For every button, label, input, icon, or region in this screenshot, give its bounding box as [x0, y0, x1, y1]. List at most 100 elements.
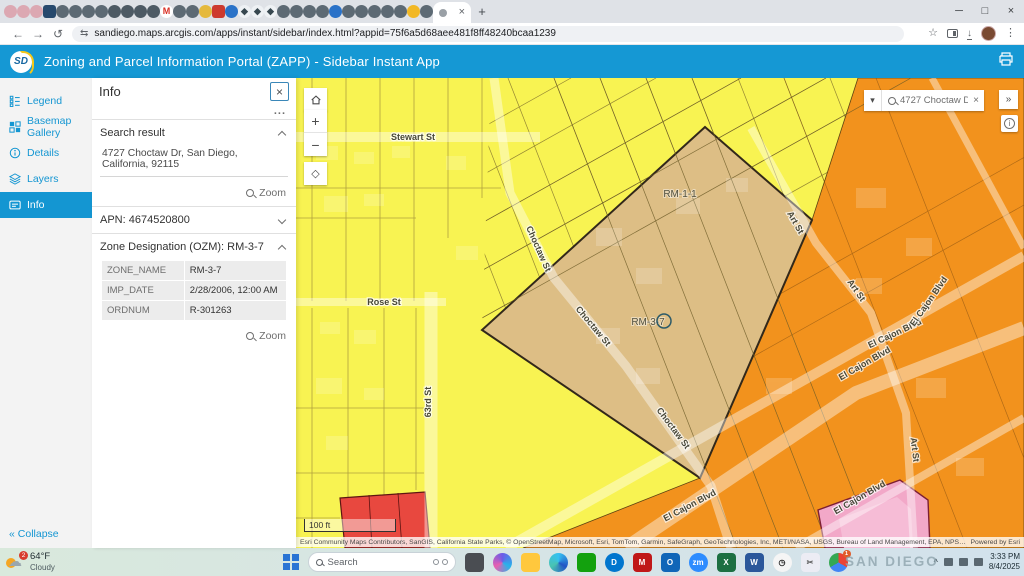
tab-favicon-icon[interactable]	[407, 5, 420, 18]
tab-favicon-icon[interactable]	[199, 5, 212, 18]
tab-favicon-icon[interactable]	[186, 5, 199, 18]
tab-favicon-icon[interactable]	[381, 5, 394, 18]
tab-favicon-icon[interactable]	[368, 5, 381, 18]
home-button[interactable]	[304, 88, 327, 111]
taskbar-app-icon[interactable]: D	[605, 553, 624, 572]
zoom-to-zone-link[interactable]: Zoom	[100, 330, 288, 342]
close-tab-icon[interactable]: ×	[459, 7, 465, 18]
tab-favicon-icon[interactable]	[108, 5, 121, 18]
tab-favicon-icon[interactable]	[134, 5, 147, 18]
locate-button[interactable]: ◇	[304, 162, 327, 185]
taskbar-app-icon[interactable]: O	[661, 553, 680, 572]
tab-favicon-icon[interactable]	[173, 5, 186, 18]
tab-favicon-icon[interactable]	[147, 5, 160, 18]
tab-favicon-icon[interactable]: ◆	[238, 5, 251, 18]
sidebar-item-details[interactable]: Details	[0, 140, 92, 166]
weather-condition: Cloudy	[30, 563, 55, 572]
tab-favicon-icon[interactable]	[95, 5, 108, 18]
taskbar-app-icon[interactable]: ✂	[801, 553, 820, 572]
weather-widget[interactable]: ☁ 2 64°F Cloudy	[0, 552, 55, 572]
zoom-in-button[interactable]: +	[304, 110, 327, 133]
tab-favicon-icon[interactable]	[316, 5, 329, 18]
tray-volume-icon[interactable]	[959, 558, 968, 566]
reading-mode-icon[interactable]	[947, 29, 958, 38]
taskbar-app-icon[interactable]: M	[633, 553, 652, 572]
browser-menu-icon[interactable]: ⋮	[1005, 28, 1016, 39]
tab-favicon-icon[interactable]	[43, 5, 56, 18]
map-info-button[interactable]: i	[1001, 115, 1018, 132]
taskbar-app-icon[interactable]	[493, 553, 512, 572]
tab-favicon-icon[interactable]	[121, 5, 134, 18]
magnifier-zoom-icon	[246, 332, 254, 340]
tab-favicon-icon[interactable]	[56, 5, 69, 18]
taskbar-clock[interactable]: 3:33 PM 8/4/2025	[989, 552, 1020, 571]
tab-favicon-icon[interactable]	[17, 5, 30, 18]
new-tab-button[interactable]: +	[471, 4, 493, 19]
field-name: ORDNUM	[102, 301, 185, 320]
sidebar-item-info[interactable]: Info	[0, 192, 92, 218]
tab-favicon-icon[interactable]	[290, 5, 303, 18]
tab-favicon-icon[interactable]	[30, 5, 43, 18]
tab-favicon-icon[interactable]	[69, 5, 82, 18]
bookmark-star-icon[interactable]: ☆	[928, 28, 938, 39]
site-info-icon[interactable]: ⇆	[80, 28, 88, 39]
search-result-address[interactable]: 4727 Choctaw Dr, San Diego, California, …	[100, 148, 288, 177]
zoning-map[interactable]: Stewart St Rose St 63rd St Choctaw St Ch…	[296, 78, 1024, 548]
tab-favicon-icon[interactable]	[4, 5, 17, 18]
taskbar-search[interactable]: Search	[308, 552, 456, 572]
panel-menu-button[interactable]: ...	[92, 105, 296, 119]
panel-close-button[interactable]: ×	[270, 82, 289, 101]
chevron-down-icon[interactable]	[278, 216, 286, 224]
sidebar-item-layers[interactable]: Layers	[0, 166, 92, 192]
taskbar-app-icon[interactable]	[521, 553, 540, 572]
chevron-up-icon[interactable]	[278, 131, 286, 139]
active-tab[interactable]: ×	[433, 2, 471, 23]
tray-network-icon[interactable]	[944, 558, 953, 566]
taskbar-app-icon[interactable]: zm	[689, 553, 708, 572]
powered-by-esri[interactable]: Powered by Esri	[967, 539, 1024, 546]
download-icon[interactable]: ↓	[967, 28, 972, 40]
reload-button[interactable]: ↺	[48, 27, 68, 41]
tab-favicon-icon[interactable]	[82, 5, 95, 18]
back-button[interactable]: ←	[8, 27, 28, 41]
sidebar-item-legend[interactable]: Legend	[0, 88, 92, 114]
forward-button[interactable]: →	[28, 27, 48, 41]
tab-favicon-icon[interactable]	[303, 5, 316, 18]
url-field[interactable]: ⇆ sandiego.maps.arcgis.com/apps/instant/…	[72, 26, 904, 42]
taskbar-app-icon[interactable]	[577, 553, 596, 572]
taskbar-app-icon[interactable]: W	[745, 553, 764, 572]
tab-favicon-icon[interactable]	[394, 5, 407, 18]
profile-avatar[interactable]	[981, 26, 996, 41]
chevron-up-icon[interactable]	[278, 245, 286, 253]
screen: M◆◆◆ × + ─ □ × ← → ↺ ⇆ sandiego.maps.arc…	[0, 0, 1024, 576]
map-search-input[interactable]: 4727 Choctaw D...	[900, 95, 968, 106]
search-expand-button[interactable]: »	[999, 90, 1018, 109]
sidebar-item-basemap-gallery[interactable]: Basemap Gallery	[0, 114, 92, 140]
taskbar-app-icon[interactable]: X	[717, 553, 736, 572]
start-button[interactable]	[283, 554, 299, 570]
tab-favicon-icon[interactable]	[355, 5, 368, 18]
minimize-button[interactable]: ─	[946, 0, 972, 23]
zoom-to-result-link[interactable]: Zoom	[100, 187, 288, 199]
collapse-button[interactable]: « Collapse	[9, 528, 59, 540]
clear-search-icon[interactable]: ×	[968, 95, 984, 106]
zoom-out-button[interactable]: −	[304, 133, 327, 156]
tray-battery-icon[interactable]	[974, 558, 983, 566]
taskbar-app-icon[interactable]: ◷	[773, 553, 792, 572]
maximize-button[interactable]: □	[972, 0, 998, 23]
tab-favicon-icon[interactable]	[329, 5, 342, 18]
close-window-button[interactable]: ×	[998, 0, 1024, 23]
tab-favicon-icon[interactable]: ◆	[264, 5, 277, 18]
search-source-dropdown[interactable]: ▾	[864, 90, 882, 111]
tab-favicon-icon[interactable]: M	[160, 5, 173, 18]
tab-favicon-icon[interactable]: ◆	[251, 5, 264, 18]
taskbar-app-icon[interactable]	[465, 553, 484, 572]
tab-favicon-icon[interactable]	[420, 5, 433, 18]
tab-favicon-icon[interactable]	[342, 5, 355, 18]
print-icon[interactable]	[998, 52, 1014, 71]
taskbar-app-icon[interactable]	[549, 553, 568, 572]
tab-favicon-icon[interactable]	[277, 5, 290, 18]
apn-section[interactable]: APN: 4674520800	[92, 207, 296, 233]
tab-favicon-icon[interactable]	[225, 5, 238, 18]
tab-favicon-icon[interactable]	[212, 5, 225, 18]
